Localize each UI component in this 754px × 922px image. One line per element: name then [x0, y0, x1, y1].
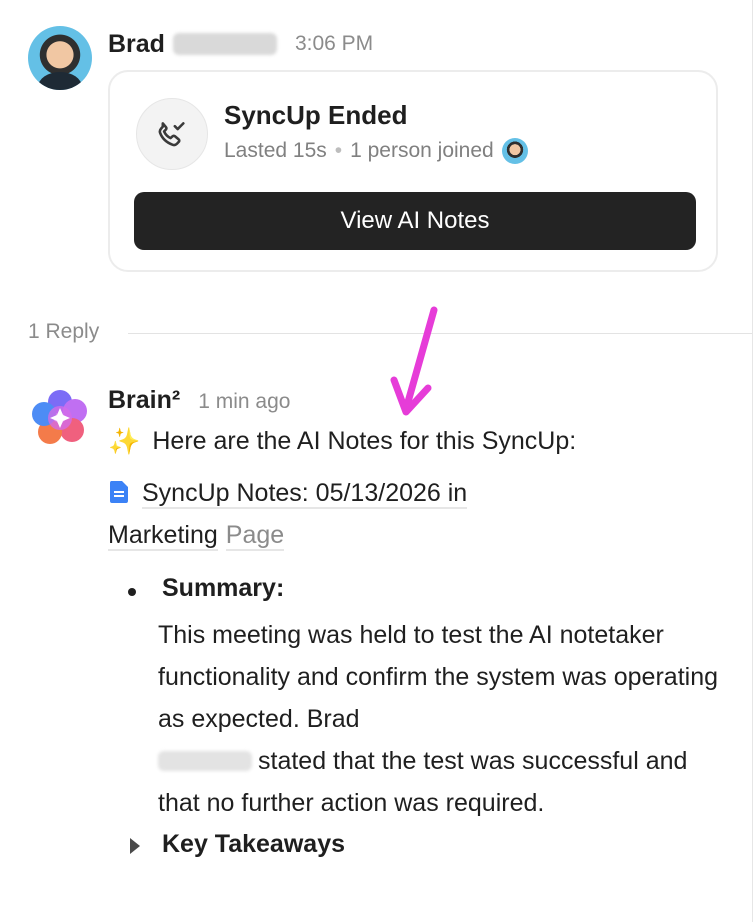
summary-line-1: This meeting was held to test the AI not…	[158, 621, 718, 733]
participant-avatar[interactable]	[501, 138, 528, 164]
bullet-dot	[128, 588, 136, 596]
view-ai-notes-button[interactable]: View AI Notes	[134, 192, 696, 250]
reply-timestamp[interactable]: 1 min ago	[198, 390, 290, 414]
page-type-label: Page	[225, 521, 285, 551]
redacted-surname	[172, 33, 277, 55]
notes-page-title[interactable]: SyncUp Notes: 05/13/2026 in Marketing	[108, 479, 468, 551]
document-icon	[109, 481, 128, 503]
meta-separator: •	[334, 139, 343, 162]
reply-count[interactable]: 1 Reply	[28, 320, 99, 344]
message-header: Brad 3:06 PM	[108, 28, 373, 60]
participant-count: 1 person joined	[350, 139, 494, 162]
avatar[interactable]	[28, 26, 92, 90]
call-ended-icon	[136, 98, 208, 170]
card-meta: Lasted 15s • 1 person joined	[224, 138, 528, 164]
brain-logo-icon[interactable]	[28, 386, 92, 450]
syncup-card: SyncUp Ended Lasted 15s • 1 person joine…	[108, 70, 718, 272]
bot-name[interactable]: Brain²	[108, 386, 180, 415]
intro-text: Here are the AI Notes for this SyncUp:	[152, 427, 577, 455]
expand-caret-icon[interactable]	[130, 838, 140, 854]
call-duration: Lasted 15s	[224, 139, 327, 162]
panel-divider	[752, 0, 753, 922]
notes-page-link[interactable]: SyncUp Notes: 05/13/2026 in Marketing Pag…	[108, 472, 568, 556]
message-timestamp[interactable]: 3:06 PM	[295, 32, 373, 56]
reply-header: Brain² 1 min ago	[108, 386, 290, 415]
card-title: SyncUp Ended	[224, 100, 408, 130]
summary-text: This meeting was held to test the AI not…	[158, 614, 728, 824]
reply-intro: ✨ Here are the AI Notes for this SyncUp:	[108, 426, 576, 457]
annotation-arrow-icon	[390, 306, 438, 416]
sparkles-icon: ✨	[108, 426, 141, 456]
key-takeaways-toggle[interactable]: Key Takeaways	[162, 830, 345, 859]
summary-heading: Summary:	[162, 574, 285, 602]
author-name[interactable]: Brad	[108, 30, 165, 59]
redacted-surname-2	[158, 751, 252, 771]
